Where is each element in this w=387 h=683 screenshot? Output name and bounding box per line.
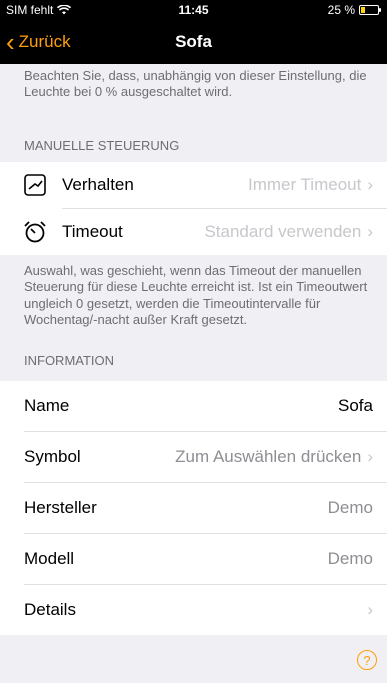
timeout-label: Timeout (62, 222, 123, 241)
page-title: Sofa (175, 32, 212, 51)
row-details[interactable]: Details › (0, 585, 387, 635)
chevron-right-icon: › (367, 175, 373, 194)
symbol-value: Zum Auswählen drücken (175, 447, 362, 466)
behavior-label: Verhalten (62, 175, 134, 194)
row-model: Modell Demo (0, 534, 387, 584)
symbol-label: Symbol (24, 447, 81, 466)
information-group: Name Sofa Symbol Zum Auswählen drücken ›… (0, 381, 387, 635)
manufacturer-value: Demo (327, 498, 373, 517)
battery-status: 25 % (327, 3, 381, 17)
row-name[interactable]: Name Sofa (0, 381, 387, 431)
timer-icon (22, 219, 48, 245)
name-value: Sofa (338, 396, 373, 415)
battery-percent: 25 % (327, 3, 355, 17)
section-header-info: INFORMATION (24, 353, 115, 368)
row-symbol[interactable]: Symbol Zum Auswählen drücken › (0, 432, 387, 482)
status-bar: SIM fehlt 11:45 25 % (0, 0, 387, 20)
model-label: Modell (24, 549, 75, 568)
manual-control-group: Verhalten Immer Timeout › Timeout Standa… (0, 162, 387, 255)
row-behavior[interactable]: Verhalten Immer Timeout › (0, 162, 387, 208)
battery-icon (359, 5, 381, 15)
behavior-value: Immer Timeout (247, 175, 362, 194)
top-note: Beachten Sie, dass, unabhängig von diese… (24, 68, 367, 100)
model-value: Demo (327, 549, 373, 568)
help-button[interactable]: ? (357, 650, 377, 670)
chevron-right-icon: › (367, 447, 373, 466)
navigation-bar: ‹ Zurück Sofa (0, 20, 387, 64)
details-label: Details (24, 600, 76, 619)
chevron-right-icon: › (367, 222, 373, 241)
behavior-icon (22, 172, 48, 198)
settings-content[interactable]: Beachten Sie, dass, unabhängig von diese… (0, 64, 387, 635)
manufacturer-label: Hersteller (24, 498, 97, 517)
section-header-manual: MANUELLE STEUERUNG (24, 138, 180, 153)
manual-footer-note: Auswahl, was geschieht, wenn das Timeout… (24, 263, 368, 327)
timeout-value: Standard verwenden (204, 222, 362, 241)
row-manufacturer: Hersteller Demo (0, 483, 387, 533)
name-label: Name (24, 396, 70, 415)
battery-fill (361, 7, 365, 13)
chevron-right-icon: › (367, 600, 373, 619)
row-timeout[interactable]: Timeout Standard verwenden › (0, 209, 387, 255)
